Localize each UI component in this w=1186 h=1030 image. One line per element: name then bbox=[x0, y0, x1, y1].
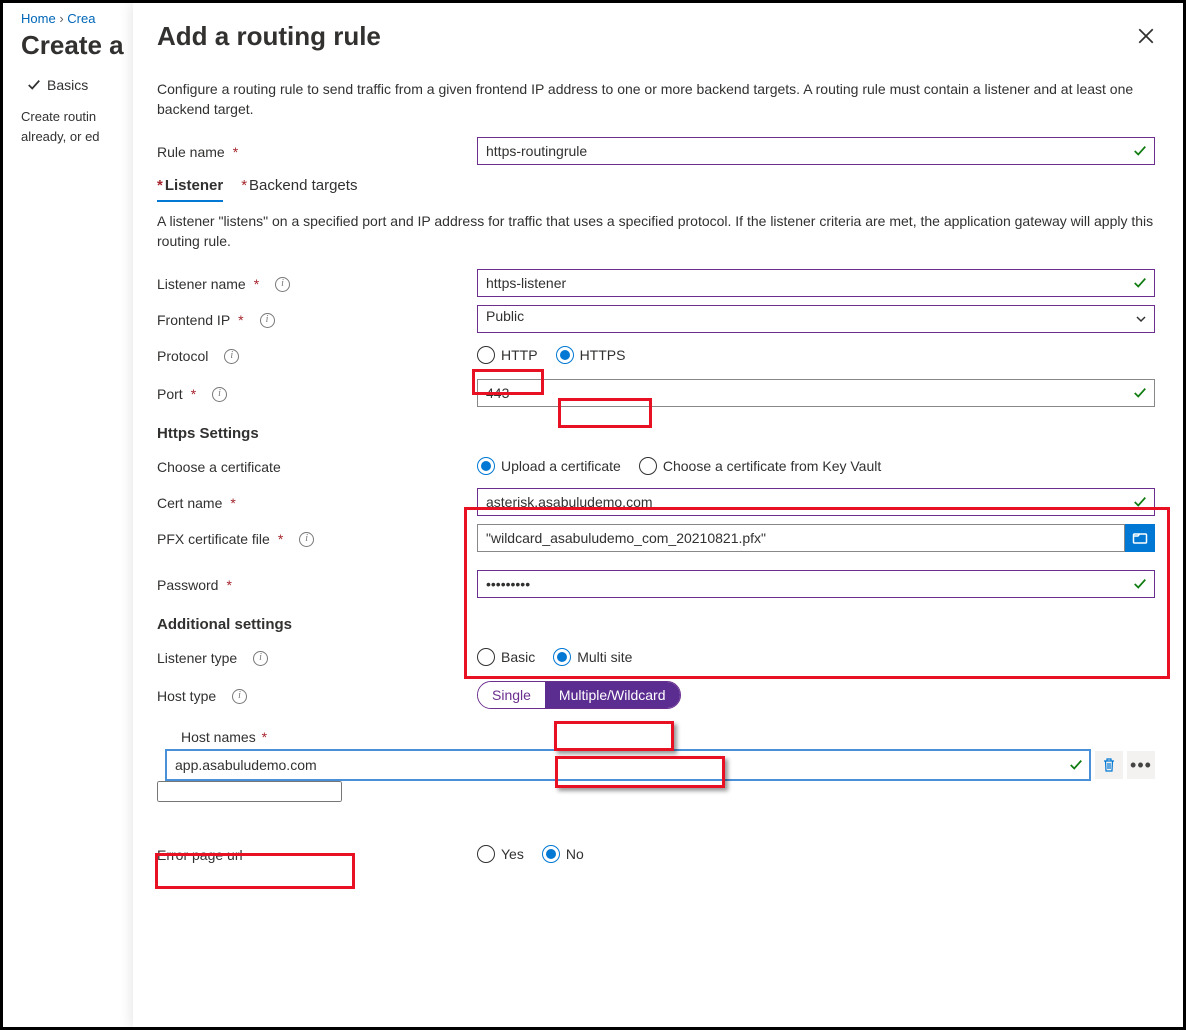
listener-type-label: Listener type bbox=[157, 650, 237, 666]
https-settings-heading: Https Settings bbox=[157, 425, 1155, 442]
cert-upload-radio[interactable]: Upload a certificate bbox=[477, 457, 621, 475]
rule-name-input[interactable] bbox=[477, 137, 1155, 165]
tab-listener[interactable]: *Listener bbox=[157, 173, 223, 200]
pfx-file-label: PFX certificate file bbox=[157, 531, 270, 547]
host-type-single-pill[interactable]: Single bbox=[478, 682, 545, 708]
pfx-file-input[interactable] bbox=[477, 524, 1125, 552]
port-label: Port bbox=[157, 386, 183, 402]
info-icon[interactable]: i bbox=[260, 313, 275, 328]
port-input[interactable] bbox=[477, 379, 1155, 407]
blade-description: Configure a routing rule to send traffic… bbox=[157, 80, 1155, 119]
delete-hostname-button[interactable] bbox=[1095, 751, 1123, 779]
info-icon[interactable]: i bbox=[224, 349, 239, 364]
frontend-ip-label: Frontend IP bbox=[157, 312, 230, 328]
tab-backend-targets[interactable]: *Backend targets bbox=[241, 173, 357, 200]
breadcrumb-home[interactable]: Home bbox=[21, 11, 56, 26]
listener-type-basic-radio[interactable]: Basic bbox=[477, 648, 535, 666]
cert-name-label: Cert name bbox=[157, 495, 222, 511]
blade-title: Add a routing rule bbox=[157, 21, 381, 52]
host-names-label: Host names bbox=[181, 729, 256, 745]
listener-name-input[interactable] bbox=[477, 269, 1155, 297]
checkmark-icon bbox=[27, 78, 41, 92]
info-icon[interactable]: i bbox=[232, 689, 247, 704]
more-hostname-button[interactable]: ••• bbox=[1127, 751, 1155, 779]
cert-name-input[interactable] bbox=[477, 488, 1155, 516]
error-page-yes-radio[interactable]: Yes bbox=[477, 845, 524, 863]
protocol-https-radio[interactable]: HTTPS bbox=[556, 346, 626, 364]
host-name-input-extra[interactable] bbox=[157, 781, 342, 802]
close-icon[interactable] bbox=[1137, 27, 1155, 45]
folder-icon bbox=[1132, 530, 1148, 546]
more-icon: ••• bbox=[1130, 756, 1152, 774]
info-icon[interactable]: i bbox=[275, 277, 290, 292]
host-type-label: Host type bbox=[157, 688, 216, 704]
host-name-input[interactable] bbox=[165, 749, 1091, 781]
browse-file-button[interactable] bbox=[1125, 524, 1155, 552]
listener-type-multi-radio[interactable]: Multi site bbox=[553, 648, 632, 666]
rule-name-label: Rule name bbox=[157, 144, 225, 160]
breadcrumb-crea[interactable]: Crea bbox=[67, 11, 95, 26]
info-icon[interactable]: i bbox=[212, 387, 227, 402]
additional-settings-heading: Additional settings bbox=[157, 616, 1155, 633]
host-type-multiple-pill[interactable]: Multiple/Wildcard bbox=[545, 682, 680, 708]
protocol-label: Protocol bbox=[157, 348, 208, 364]
info-icon[interactable]: i bbox=[253, 651, 268, 666]
protocol-http-radio[interactable]: HTTP bbox=[477, 346, 538, 364]
error-page-no-radio[interactable]: No bbox=[542, 845, 584, 863]
listener-name-label: Listener name bbox=[157, 276, 246, 292]
password-input[interactable] bbox=[477, 570, 1155, 598]
error-page-label: Error page url bbox=[157, 847, 243, 863]
info-icon[interactable]: i bbox=[299, 532, 314, 547]
trash-icon bbox=[1101, 757, 1117, 773]
choose-cert-label: Choose a certificate bbox=[157, 459, 281, 475]
frontend-ip-select[interactable]: Public bbox=[477, 305, 1155, 333]
cert-keyvault-radio[interactable]: Choose a certificate from Key Vault bbox=[639, 457, 881, 475]
password-label: Password bbox=[157, 577, 218, 593]
listener-description: A listener "listens" on a specified port… bbox=[157, 212, 1155, 251]
bg-hint: Create routin already, or ed bbox=[21, 107, 131, 146]
